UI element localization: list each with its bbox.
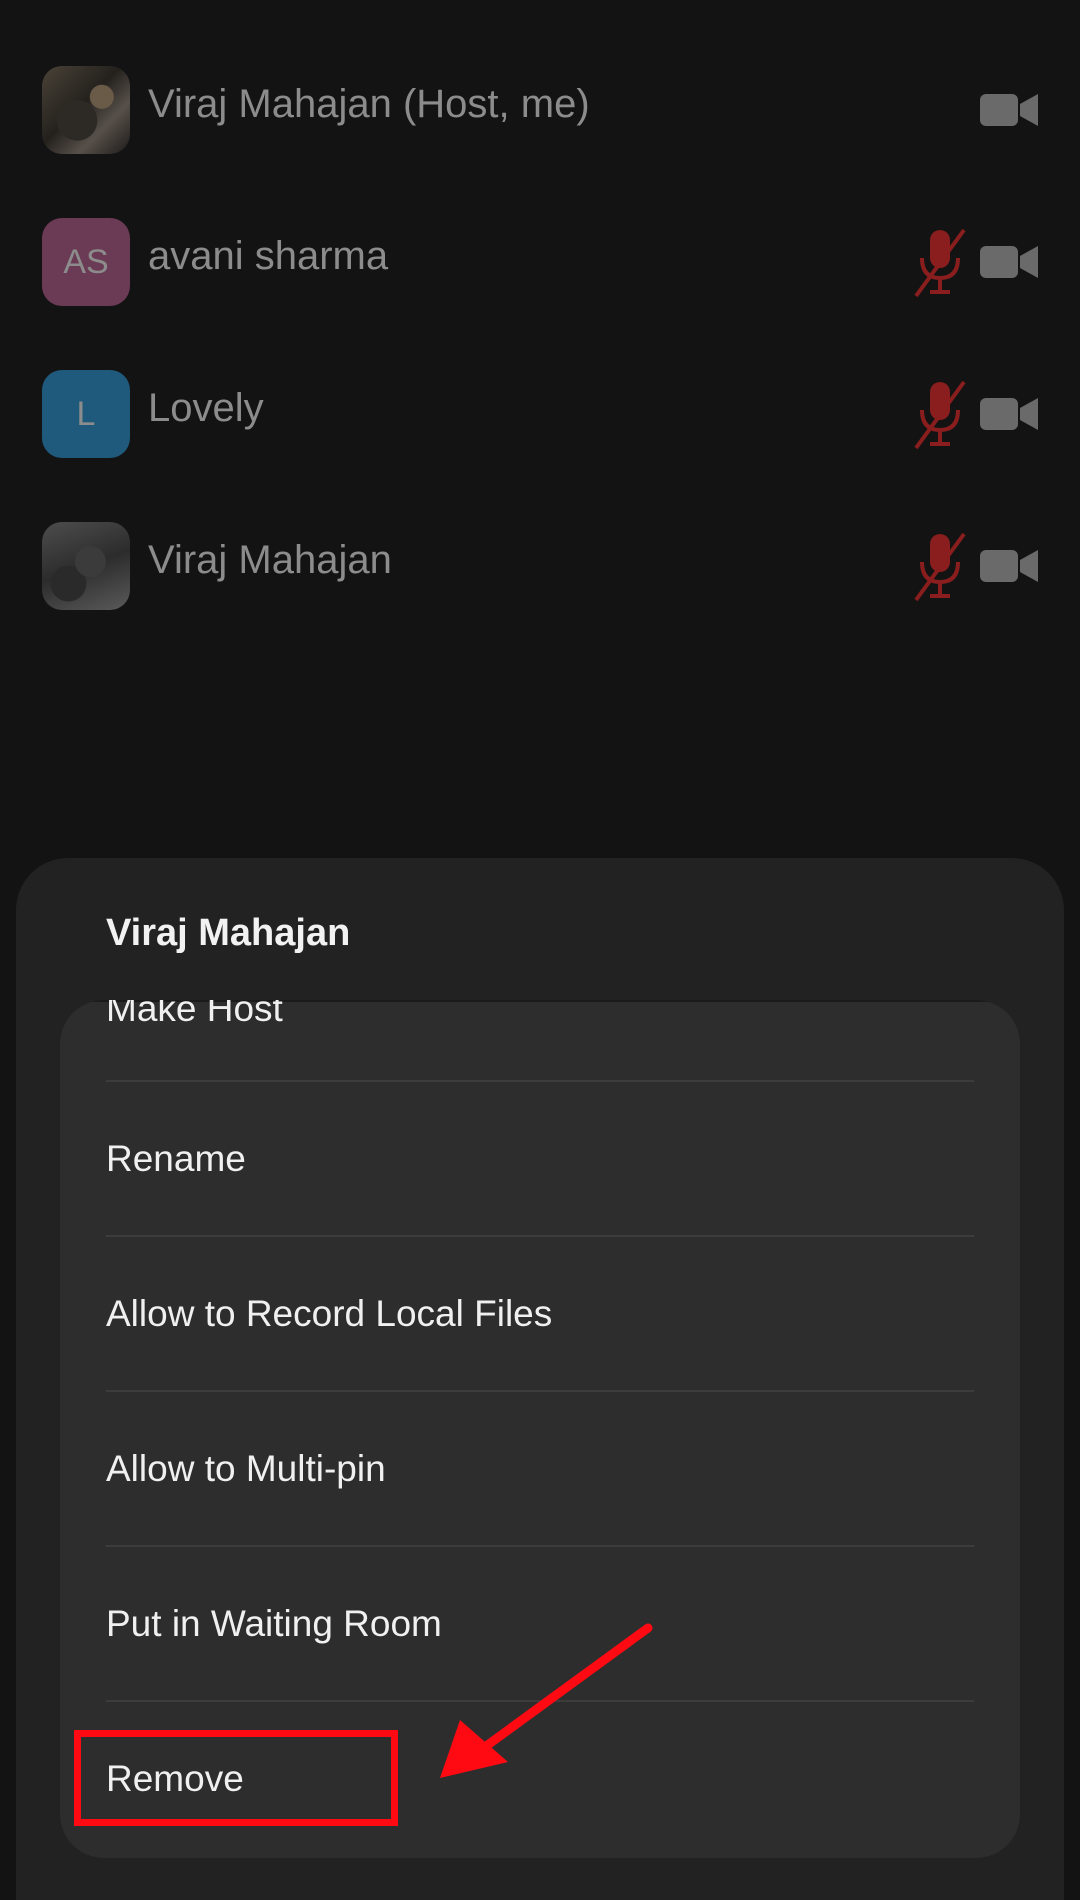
video-icon (980, 94, 1038, 126)
screen: Viraj Mahajan (Host, me) AS avani sharma (0, 0, 1080, 1900)
video-icon (980, 398, 1038, 430)
avatar (42, 66, 130, 154)
avatar (42, 522, 130, 610)
annotation-highlight-box (74, 1730, 398, 1826)
video-icon (980, 550, 1038, 582)
mic-muted-icon (914, 228, 966, 298)
participant-name: Viraj Mahajan (148, 538, 392, 582)
sheet-title: Viraj Mahajan (106, 912, 351, 954)
participant-name: Viraj Mahajan (Host, me) (148, 82, 590, 126)
avatar: AS (42, 218, 130, 306)
video-icon (980, 246, 1038, 278)
participant-name: Lovely (148, 386, 264, 430)
menu-item-label: Rename (106, 1138, 246, 1179)
participant-name: avani sharma (148, 234, 389, 278)
participant-row[interactable]: Viraj Mahajan (0, 490, 1080, 642)
participant-row[interactable]: AS avani sharma (0, 186, 1080, 338)
menu-item-allow-record-local-files[interactable]: Allow to Record Local Files (60, 1237, 1020, 1392)
participant-row[interactable]: L Lovely (0, 338, 1080, 490)
mic-muted-icon (914, 532, 966, 602)
menu-item-label: Make Host (106, 1000, 283, 1029)
participant-row[interactable]: Viraj Mahajan (Host, me) (0, 34, 1080, 186)
menu-item-label: Put in Waiting Room (106, 1603, 442, 1644)
avatar: L (42, 370, 130, 458)
menu-item-allow-multi-pin[interactable]: Allow to Multi-pin (60, 1392, 1020, 1547)
annotation-arrow-icon (440, 1623, 653, 1778)
mic-muted-icon (914, 380, 966, 450)
menu-item-label: Allow to Record Local Files (106, 1293, 553, 1334)
menu-item-label: Allow to Multi-pin (106, 1448, 386, 1489)
menu-item-rename[interactable]: Rename (60, 1082, 1020, 1237)
